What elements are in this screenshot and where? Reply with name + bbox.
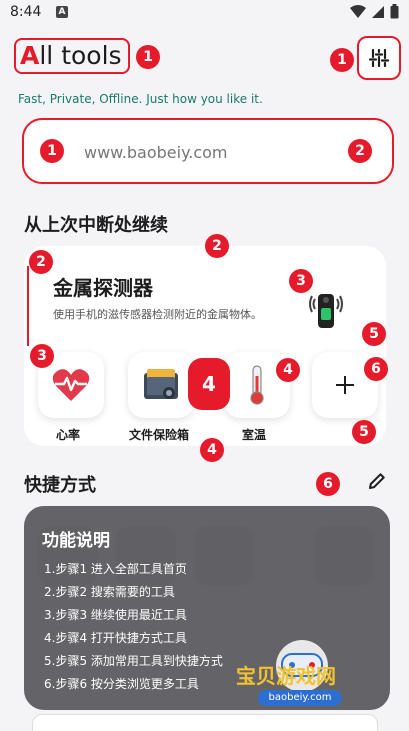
instruction-step: 5.步骤5 添加常用工具到快捷方式 — [44, 654, 223, 668]
watermark-text: 宝贝游戏网 — [236, 664, 336, 688]
status-icons — [350, 4, 399, 19]
app-tile-file-safe[interactable] — [128, 352, 194, 418]
marker-3: 3 — [289, 269, 313, 293]
marker-3: 3 — [30, 344, 54, 368]
marker-1: 1 — [136, 45, 160, 69]
tagline: Fast, Private, Offline. Just how you lik… — [18, 92, 263, 106]
signal-icon — [372, 5, 384, 18]
marker-2: 2 — [348, 139, 372, 163]
recent-tool-description: 使用手机的滋传感器检测附近的金属物体。 — [53, 308, 262, 321]
status-time: 8:44 — [10, 4, 42, 20]
plus-icon — [336, 376, 354, 394]
marker-6: 6 — [316, 472, 340, 496]
wifi-icon — [350, 4, 366, 18]
recent-tool-title: 金属探测器 — [53, 276, 153, 300]
page-title-rest: ll tools — [39, 41, 122, 70]
instruction-step: 3.步骤3 继续使用最近工具 — [44, 608, 187, 622]
instruction-step: 6.步骤6 按分类浏览更多工具 — [44, 677, 199, 691]
pencil-icon — [369, 473, 385, 489]
marker-2: 2 — [29, 250, 53, 274]
search-bar[interactable] — [22, 118, 394, 184]
marker-2: 2 — [205, 234, 229, 258]
marker-1: 1 — [330, 48, 354, 72]
status-bar: 8:44 A — [0, 0, 409, 26]
app-label-file-safe: 文件保险箱 — [129, 428, 190, 442]
instruction-step: 1.步骤1 进入全部工具首页 — [44, 562, 187, 576]
instruction-step: 4.步骤4 打开快捷方式工具 — [44, 631, 187, 645]
continue-section-title: 从上次中断处继续 — [24, 215, 168, 236]
marker-4: 4 — [276, 358, 300, 382]
thermometer-icon — [250, 365, 264, 405]
marker-4-badge: 4 — [188, 358, 230, 410]
instructions-title: 功能说明 — [42, 531, 110, 551]
instruction-step: 2.步骤2 搜索需要的工具 — [44, 585, 175, 599]
app-label-room-temperature: 室温 — [242, 428, 267, 442]
marker-5: 5 — [362, 322, 386, 346]
sliders-icon — [368, 48, 390, 68]
page-title-first-letter: A — [20, 41, 40, 70]
page-title: All tools — [14, 38, 130, 74]
marker-5: 5 — [352, 420, 376, 444]
battery-icon — [390, 4, 399, 19]
notification-icon: A — [56, 6, 68, 18]
marker-1: 1 — [40, 139, 64, 163]
tool-card-partial[interactable] — [32, 714, 378, 731]
card-accent-line — [27, 266, 29, 346]
metal-detector-icon — [309, 294, 343, 328]
filter-settings-button[interactable] — [357, 36, 401, 80]
shortcuts-section-title: 快捷方式 — [24, 475, 96, 496]
app-label-heart-rate: 心率 — [56, 428, 81, 442]
marker-6: 6 — [364, 357, 388, 381]
watermark-url: baobeiy.com — [258, 690, 342, 706]
edit-shortcuts-button[interactable] — [364, 468, 390, 494]
marker-4: 4 — [200, 438, 224, 462]
heart-pulse-icon — [52, 369, 90, 401]
file-safe-icon — [144, 369, 178, 399]
search-input[interactable] — [84, 138, 324, 166]
